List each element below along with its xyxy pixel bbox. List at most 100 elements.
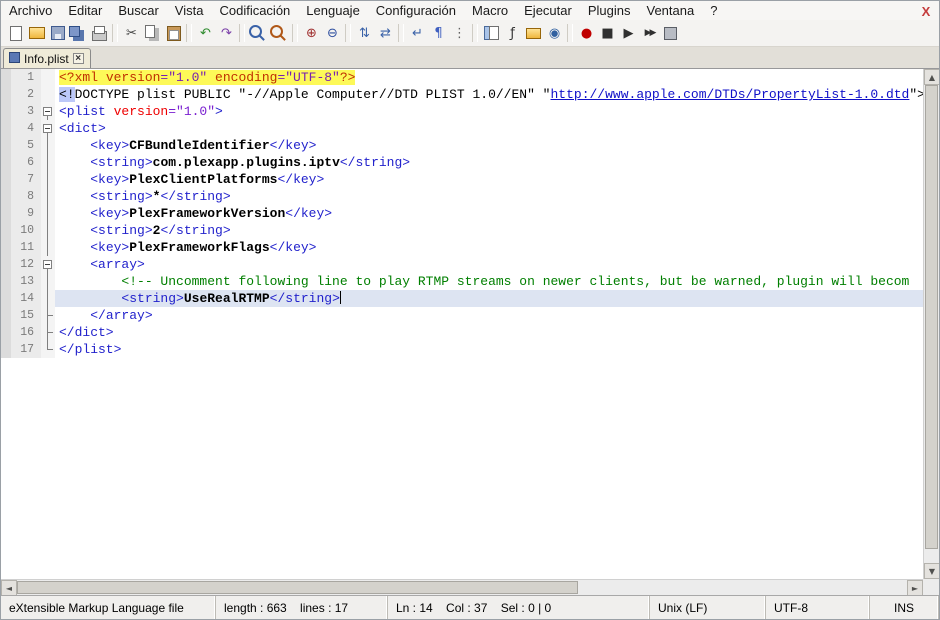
line-number: 11 xyxy=(1,239,41,256)
notepadpp-window: ArchivoEditarBuscarVistaCodificaciónLeng… xyxy=(0,0,940,620)
editor[interactable]: 1<?xml version="1.0" encoding="UTF-8"?>2… xyxy=(1,69,923,579)
toolbar-separator xyxy=(292,24,298,42)
run-multiple-icon[interactable]: ▶▶ xyxy=(640,24,659,43)
horizontal-scrollbar[interactable]: ◄ ► xyxy=(1,579,923,595)
zoom-out-icon[interactable]: ⊖ xyxy=(323,24,342,43)
scroll-right-icon[interactable]: ► xyxy=(907,580,923,595)
code-line-13[interactable]: 13 <!-- Uncomment following line to play… xyxy=(1,273,923,290)
new-file-icon[interactable] xyxy=(6,24,25,43)
menu-item-macro[interactable]: Macro xyxy=(464,1,516,20)
open-file-icon[interactable] xyxy=(27,24,46,43)
menu-item-ejecutar[interactable]: Ejecutar xyxy=(516,1,580,20)
code-line-14[interactable]: 14 <string>UseRealRTMP</string> xyxy=(1,290,923,307)
code-line-6[interactable]: 6 <string>com.plexapp.plugins.iptv</stri… xyxy=(1,154,923,171)
monitoring-icon[interactable]: ◉ xyxy=(545,24,564,43)
menu-bar: ArchivoEditarBuscarVistaCodificaciónLeng… xyxy=(1,1,939,20)
menu-item-editar[interactable]: Editar xyxy=(60,1,110,20)
vertical-scroll-thumb[interactable] xyxy=(925,85,938,549)
code-line-8[interactable]: 8 <string>*</string> xyxy=(1,188,923,205)
fold-margin xyxy=(41,307,55,324)
function-list-icon[interactable]: ƒ xyxy=(503,24,522,43)
print-icon[interactable] xyxy=(90,24,109,43)
word-wrap-icon[interactable]: ↵ xyxy=(408,24,427,43)
code-line-16[interactable]: 16</dict> xyxy=(1,324,923,341)
toolbar-separator xyxy=(472,24,478,42)
redo-icon[interactable]: ↷ xyxy=(217,24,236,43)
line-number: 15 xyxy=(1,307,41,324)
horizontal-scroll-thumb[interactable] xyxy=(17,581,578,594)
code-line-5[interactable]: 5 <key>CFBundleIdentifier</key> xyxy=(1,137,923,154)
code-line-3[interactable]: 3<plist version="1.0"> xyxy=(1,103,923,120)
code-line-11[interactable]: 11 <key>PlexFrameworkFlags</key> xyxy=(1,239,923,256)
status-encoding[interactable]: UTF-8 xyxy=(766,596,870,619)
scroll-left-icon[interactable]: ◄ xyxy=(1,580,17,595)
code-line-12[interactable]: 12 <array> xyxy=(1,256,923,273)
fold-margin xyxy=(41,341,55,358)
fold-margin xyxy=(41,290,55,307)
menu-item-?[interactable]: ? xyxy=(702,1,725,20)
vertical-scroll-track[interactable] xyxy=(924,85,939,563)
code-line-4[interactable]: 4<dict> xyxy=(1,120,923,137)
scroll-up-icon[interactable]: ▲ xyxy=(924,69,939,85)
code-line-10[interactable]: 10 <string>2</string> xyxy=(1,222,923,239)
menu-item-archivo[interactable]: Archivo xyxy=(1,1,60,20)
status-length-info: length : 663 lines : 17 xyxy=(216,596,388,619)
zoom-in-icon[interactable]: ⊕ xyxy=(302,24,321,43)
line-number: 5 xyxy=(1,137,41,154)
folder-workspace-icon[interactable] xyxy=(524,24,543,43)
save-icon[interactable] xyxy=(48,24,67,43)
menu-item-configuracin[interactable]: Configuración xyxy=(368,1,464,20)
tab-title: Info.plist xyxy=(24,52,69,66)
tab-info-plist[interactable]: Info.plist xyxy=(3,48,91,68)
code-line-1[interactable]: 1 <?xml version="1.0" encoding="UTF-8"?> xyxy=(1,69,923,86)
line-number: 4 xyxy=(1,120,41,137)
code-line-9[interactable]: 9 <key>PlexFrameworkVersion</key> xyxy=(1,205,923,222)
fold-collapse-icon[interactable] xyxy=(41,120,55,137)
paste-icon[interactable] xyxy=(164,24,183,43)
playback-macro-icon[interactable]: ▶ xyxy=(619,24,638,43)
fold-margin xyxy=(41,205,55,222)
menu-item-codificacin[interactable]: Codificación xyxy=(211,1,298,20)
scroll-down-icon[interactable]: ▼ xyxy=(924,563,939,579)
menu-item-vista[interactable]: Vista xyxy=(167,1,212,20)
code-text: </array> xyxy=(55,307,923,324)
code-text: <string>*</string> xyxy=(55,188,923,205)
sync-vertical-icon[interactable]: ⇅ xyxy=(355,24,374,43)
menu-item-lenguaje[interactable]: Lenguaje xyxy=(298,1,368,20)
stop-record-icon[interactable]: ■ xyxy=(598,24,617,43)
status-eol-format[interactable]: Unix (LF) xyxy=(650,596,766,619)
menu-item-plugins[interactable]: Plugins xyxy=(580,1,639,20)
sync-horizontal-icon[interactable]: ⇄ xyxy=(376,24,395,43)
save-macro-icon[interactable] xyxy=(661,24,680,43)
find-icon[interactable] xyxy=(249,24,268,43)
window-close-button[interactable]: X xyxy=(913,3,939,19)
code-line-17[interactable]: 17</plist> xyxy=(1,341,923,358)
status-insert-mode[interactable]: INS xyxy=(870,596,939,619)
code-line-2[interactable]: 2<!DOCTYPE plist PUBLIC "-//Apple Comput… xyxy=(1,86,923,103)
code-text: <?xml version="1.0" encoding="UTF-8"?> xyxy=(55,69,923,86)
menu-item-ventana[interactable]: Ventana xyxy=(638,1,702,20)
record-macro-icon[interactable]: ● xyxy=(577,24,596,43)
undo-icon[interactable]: ↶ xyxy=(196,24,215,43)
fold-collapse-icon[interactable] xyxy=(41,256,55,273)
code-line-7[interactable]: 7 <key>PlexClientPlatforms</key> xyxy=(1,171,923,188)
horizontal-scroll-track[interactable] xyxy=(17,580,907,595)
replace-icon[interactable] xyxy=(270,24,289,43)
menu-item-buscar[interactable]: Buscar xyxy=(110,1,166,20)
tab-bar: Info.plist xyxy=(1,47,939,69)
line-number: 1 xyxy=(1,69,41,86)
copy-icon[interactable] xyxy=(143,24,162,43)
doc-map-icon[interactable] xyxy=(482,24,501,43)
cut-icon[interactable]: ✂ xyxy=(122,24,141,43)
line-number: 2 xyxy=(1,86,41,103)
fold-collapse-icon[interactable] xyxy=(41,103,55,120)
save-all-icon[interactable] xyxy=(69,24,88,43)
vertical-scrollbar[interactable]: ▲ ▼ xyxy=(923,69,939,579)
indent-guide-icon[interactable]: ⋮ xyxy=(450,24,469,43)
show-all-characters-icon[interactable]: ¶ xyxy=(429,24,448,43)
line-number: 17 xyxy=(1,341,41,358)
tab-close-icon[interactable] xyxy=(73,53,84,64)
code-line-15[interactable]: 15 </array> xyxy=(1,307,923,324)
status-bar: eXtensible Markup Language file length :… xyxy=(1,595,939,619)
editor-area: 1<?xml version="1.0" encoding="UTF-8"?>2… xyxy=(1,69,939,595)
